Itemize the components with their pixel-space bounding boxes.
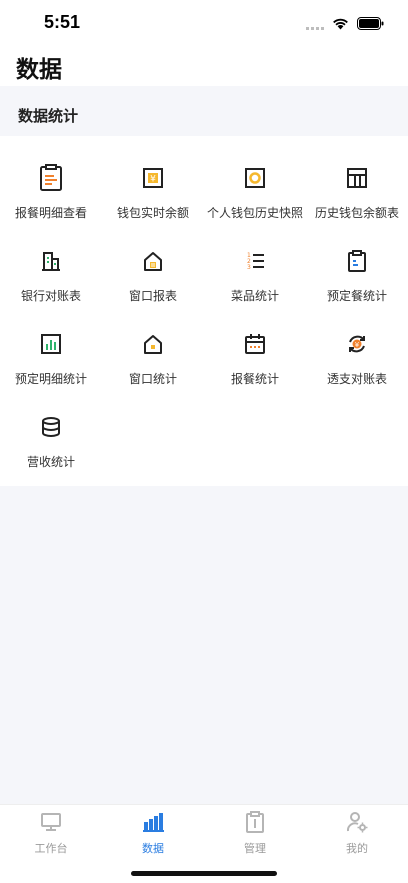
tab-label: 我的 <box>346 842 368 855</box>
wallet-yen-icon: ¥ <box>139 164 167 192</box>
wifi-icon <box>332 15 349 34</box>
grid-item-label: 历史钱包余额表 <box>314 206 399 220</box>
window-house-icon <box>139 330 167 358</box>
grid-item-label: 菜品统计 <box>230 289 279 303</box>
tab-label: 管理 <box>244 842 266 855</box>
grid-item-label: 报餐统计 <box>230 372 279 386</box>
grid-item-meal-report-detail[interactable]: 报餐明细查看 <box>0 142 102 222</box>
status-bar: 5:51 <box>0 0 408 46</box>
signal-icon <box>306 15 324 34</box>
grid-item-label: 透支对账表 <box>326 372 387 386</box>
grid-item-label: 窗口报表 <box>128 289 177 303</box>
tab-data[interactable]: 数据 <box>102 805 204 861</box>
battery-icon <box>357 15 384 34</box>
grid-item-label: 钱包实时余额 <box>116 206 189 220</box>
section-title: 数据统计 <box>18 107 79 125</box>
grid-item-meal-report-stats[interactable]: 报餐统计 <box>204 308 306 388</box>
database-icon <box>37 413 65 441</box>
grid-item-booking-detail-stats[interactable]: 预定明细统计 <box>0 308 102 388</box>
home-indicator <box>131 871 277 876</box>
clipboard-report-icon <box>37 164 65 192</box>
grid-item-label: 预定明细统计 <box>14 372 87 386</box>
grid-item-history-wallet-balance-table[interactable]: 历史钱包余额表 <box>306 142 408 222</box>
grid-item-window-stats[interactable]: 窗口统计 <box>102 308 204 388</box>
tab-label: 工作台 <box>34 842 68 855</box>
grid-item-label: 窗口统计 <box>128 372 177 386</box>
svg-text:¥: ¥ <box>150 175 156 185</box>
status-time: 5:51 <box>44 12 81 32</box>
tab-label: 数据 <box>142 842 164 855</box>
section-header: 数据统计 <box>0 86 408 136</box>
header: 数据 <box>0 46 408 86</box>
monitor-icon <box>40 811 62 833</box>
window-house-report-icon <box>139 247 167 275</box>
bar-chart-box-icon <box>37 330 65 358</box>
bar-chart-icon <box>142 811 164 833</box>
grid-item-revenue-stats[interactable]: 营收统计 <box>0 391 102 471</box>
tab-workbench[interactable]: 工作台 <box>0 805 102 861</box>
tab-mine[interactable]: 我的 <box>306 805 408 861</box>
clipboard-manage-icon <box>244 811 266 833</box>
grid-item-label: 报餐明细查看 <box>14 206 87 220</box>
grid-item-window-report[interactable]: 窗口报表 <box>102 225 204 305</box>
grid-item-label: 银行对账表 <box>20 289 81 303</box>
tab-manage[interactable]: 管理 <box>204 805 306 861</box>
wallet-snapshot-icon <box>241 164 269 192</box>
numbered-list-icon: 123 <box>241 247 269 275</box>
user-settings-icon <box>346 811 368 833</box>
status-icons <box>306 15 384 34</box>
grid-item-overdraft-reconciliation[interactable]: ¥ 透支对账表 <box>306 308 408 388</box>
svg-text:¥: ¥ <box>355 341 360 349</box>
table-icon <box>343 164 371 192</box>
svg-text:3: 3 <box>247 264 251 271</box>
stats-grid: 报餐明细查看 ¥ 钱包实时余额 个人钱包历史快照 历史钱包余额表 银行对账表 窗… <box>0 136 408 486</box>
clipboard-booking-icon <box>343 247 371 275</box>
calendar-icon <box>241 330 269 358</box>
tab-bar: 工作台 数据 管理 我的 <box>0 804 408 883</box>
grid-item-dish-stats[interactable]: 123 菜品统计 <box>204 225 306 305</box>
grid-item-label: 预定餐统计 <box>326 289 387 303</box>
grid-item-wallet-realtime-balance[interactable]: ¥ 钱包实时余额 <box>102 142 204 222</box>
grid-item-label: 营收统计 <box>26 455 75 469</box>
bank-building-icon <box>37 247 65 275</box>
page-title: 数据 <box>16 57 62 83</box>
yen-refresh-icon: ¥ <box>343 330 371 358</box>
grid-item-booking-stats[interactable]: 预定餐统计 <box>306 225 408 305</box>
grid-item-bank-reconciliation[interactable]: 银行对账表 <box>0 225 102 305</box>
grid-item-wallet-history-snapshot[interactable]: 个人钱包历史快照 <box>204 142 306 222</box>
grid-item-label: 个人钱包历史快照 <box>206 206 303 220</box>
